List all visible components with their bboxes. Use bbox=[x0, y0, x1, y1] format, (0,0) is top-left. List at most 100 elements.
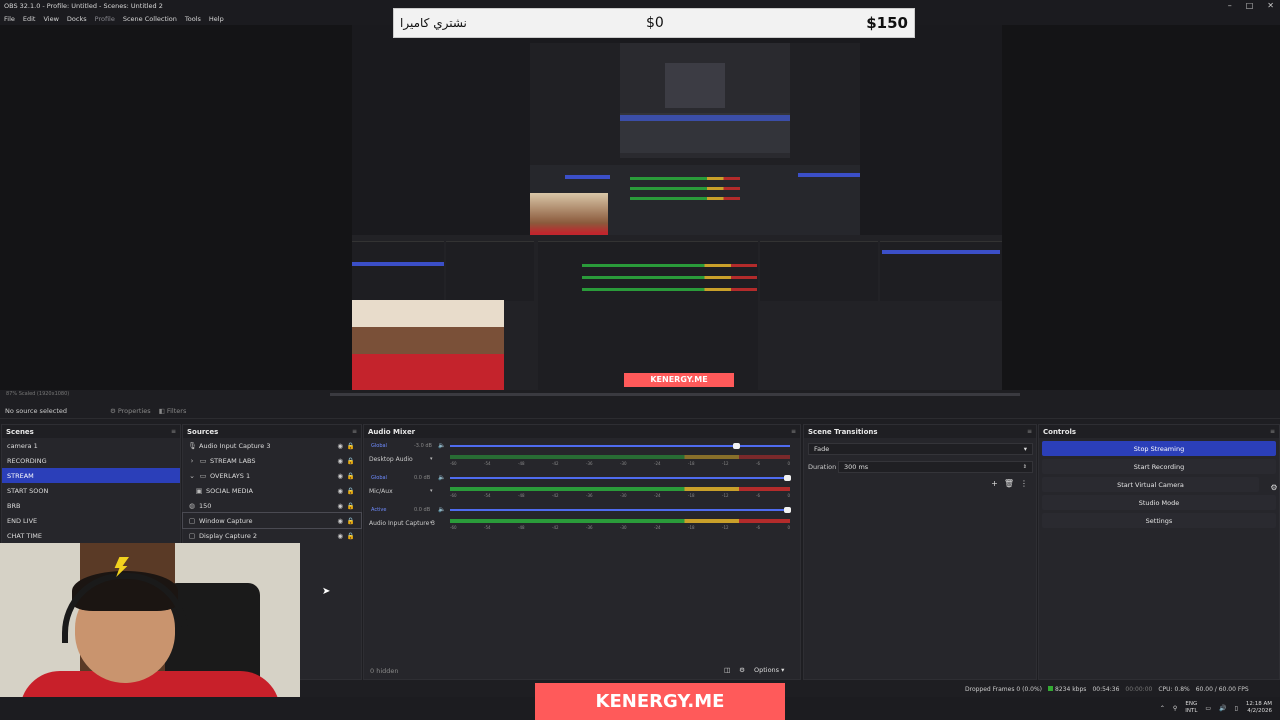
source-item[interactable]: ▢ Display Capture 2 ◉ 🔒 bbox=[183, 528, 361, 543]
lang-indicator[interactable]: ENG INTL bbox=[1185, 701, 1197, 715]
channel-mode[interactable]: Global bbox=[371, 475, 387, 481]
preview-scrollbar[interactable]: 87% Scaled (1920x1080) bbox=[0, 390, 1280, 400]
scene-item[interactable]: END LIVE bbox=[2, 513, 180, 528]
hidden-count: 0 hidden bbox=[370, 667, 399, 675]
advanced-audio-icon[interactable]: ⚙ bbox=[739, 666, 745, 674]
volume-meter bbox=[450, 519, 790, 523]
speaker-icon[interactable]: 🔈 bbox=[438, 442, 445, 449]
clock[interactable]: 12:18 AM 4/2/2026 bbox=[1246, 701, 1272, 715]
minimize-icon[interactable]: – bbox=[1228, 1, 1232, 10]
source-item[interactable]: ⌄ ▭ OVERLAYS 1 ◉ 🔒 bbox=[183, 468, 361, 483]
source-item[interactable]: › ▭ STREAM LABS ◉ 🔒 bbox=[183, 453, 361, 468]
slider-knob[interactable] bbox=[784, 475, 791, 481]
volume-slider[interactable] bbox=[450, 475, 791, 481]
slider-knob[interactable] bbox=[733, 443, 740, 449]
menu-file[interactable]: File bbox=[0, 15, 19, 23]
eye-icon[interactable]: ◉ bbox=[337, 487, 343, 495]
lock-icon[interactable]: 🔒 bbox=[347, 442, 355, 450]
trash-icon[interactable]: 🗑 bbox=[1004, 479, 1014, 488]
chevron-down-icon: ▾ bbox=[1023, 445, 1027, 453]
transition-select[interactable]: Fade ▾ bbox=[808, 443, 1033, 455]
eye-icon[interactable]: ◉ bbox=[337, 472, 343, 480]
lock-icon[interactable]: 🔒 bbox=[347, 532, 355, 540]
chevron-down-icon[interactable]: ▾ bbox=[430, 456, 433, 462]
chevron-down-icon[interactable]: ⌄ bbox=[188, 472, 196, 480]
channel-mode[interactable]: Global bbox=[371, 443, 387, 449]
settings-button[interactable]: Settings bbox=[1042, 513, 1276, 528]
add-icon[interactable]: + bbox=[991, 479, 998, 488]
chevron-down-icon[interactable]: ▾ bbox=[430, 488, 433, 494]
eye-icon[interactable]: ◉ bbox=[337, 457, 343, 465]
slider-knob[interactable] bbox=[784, 507, 791, 513]
preview-canvas[interactable] bbox=[352, 25, 1002, 390]
chevron-down-icon[interactable]: ▾ bbox=[430, 520, 433, 526]
scene-item[interactable]: START SOON bbox=[2, 483, 180, 498]
captured-mixer bbox=[538, 241, 758, 390]
network-icon[interactable]: ▭ bbox=[1205, 705, 1211, 712]
studio-mode-button[interactable]: Studio Mode bbox=[1042, 495, 1276, 510]
stop-streaming-button[interactable]: Stop Streaming bbox=[1042, 441, 1276, 456]
source-item[interactable]: ◍ 150 ◉ 🔒 bbox=[183, 498, 361, 513]
meter-tick: -18 bbox=[688, 525, 695, 530]
channel-name: Audio Input Capture 3 bbox=[369, 520, 435, 527]
scene-item[interactable]: RECORDING bbox=[2, 453, 180, 468]
duration-input[interactable]: 300 ms ⇕ bbox=[838, 461, 1033, 473]
menu-profile[interactable]: Profile bbox=[91, 15, 119, 23]
lock-icon[interactable]: 🔒 bbox=[347, 487, 355, 495]
scene-item[interactable]: CHAT TIME bbox=[2, 528, 180, 543]
menu-docks[interactable]: Docks bbox=[63, 15, 91, 23]
start-virtual-camera-button[interactable]: Start Virtual Camera bbox=[1042, 477, 1259, 492]
eye-icon[interactable]: ◉ bbox=[337, 532, 343, 540]
lock-icon[interactable]: 🔒 bbox=[347, 472, 355, 480]
scene-item[interactable]: BRB bbox=[2, 498, 180, 513]
captured-meter bbox=[582, 264, 757, 267]
dock-menu-icon[interactable]: ≡ bbox=[171, 428, 176, 435]
volume-slider[interactable] bbox=[450, 443, 790, 449]
scene-item-active[interactable]: STREAM bbox=[2, 468, 180, 483]
layout-label: INTL bbox=[1185, 708, 1198, 714]
battery-icon[interactable]: ▯ bbox=[1235, 705, 1238, 712]
lock-icon[interactable]: 🔒 bbox=[347, 457, 355, 465]
filters-button[interactable]: ◧ Filters bbox=[159, 407, 187, 415]
close-icon[interactable]: ✕ bbox=[1267, 1, 1274, 10]
eye-icon[interactable]: ◉ bbox=[337, 517, 343, 525]
dock-menu-icon[interactable]: ≡ bbox=[791, 428, 796, 435]
gear-icon[interactable]: ⚙ bbox=[1267, 480, 1280, 495]
speaker-icon[interactable]: 🔈 bbox=[438, 506, 445, 513]
source-item[interactable]: ▢ Window Capture ◉ 🔒 bbox=[182, 512, 362, 529]
menu-tools[interactable]: Tools bbox=[181, 15, 205, 23]
scrollbar-thumb[interactable] bbox=[330, 393, 1020, 396]
menu-help[interactable]: Help bbox=[205, 15, 228, 23]
dock-menu-icon[interactable]: ≡ bbox=[1027, 428, 1032, 435]
chevron-up-icon[interactable]: ⌃ bbox=[1160, 705, 1165, 712]
menu-view[interactable]: View bbox=[39, 15, 62, 23]
lock-icon[interactable]: 🔒 bbox=[347, 502, 355, 510]
meter-tick: -60 bbox=[450, 461, 457, 466]
more-icon[interactable]: ⋮ bbox=[1020, 479, 1028, 488]
stepper-icon[interactable]: ⇕ bbox=[1023, 464, 1027, 470]
layout-icon[interactable]: ◫ bbox=[724, 666, 730, 674]
source-item[interactable]: 🎙 Audio Input Capture 3 ◉ 🔒 bbox=[183, 438, 361, 453]
gear-icon: ⚙ bbox=[110, 406, 116, 415]
scene-item[interactable]: camera 1 bbox=[2, 438, 180, 453]
meter-tick: -12 bbox=[722, 525, 729, 530]
start-recording-button[interactable]: Start Recording bbox=[1042, 459, 1276, 474]
source-item[interactable]: ▣ SOCIAL MEDIA ◉ 🔒 bbox=[183, 483, 361, 498]
eye-icon[interactable]: ◉ bbox=[337, 442, 343, 450]
properties-button[interactable]: ⚙ Properties bbox=[110, 407, 151, 415]
maximize-icon[interactable]: □ bbox=[1246, 1, 1254, 10]
location-icon[interactable]: ⚲ bbox=[1173, 705, 1177, 712]
volume-slider[interactable] bbox=[450, 507, 791, 513]
lock-icon[interactable]: 🔒 bbox=[347, 517, 355, 525]
dock-menu-icon[interactable]: ≡ bbox=[1270, 428, 1275, 435]
eye-icon[interactable]: ◉ bbox=[337, 502, 343, 510]
chevron-right-icon[interactable]: › bbox=[188, 457, 196, 465]
menu-scene-collection[interactable]: Scene Collection bbox=[119, 15, 181, 23]
volume-icon[interactable]: 🔊 bbox=[1219, 705, 1226, 712]
menu-edit[interactable]: Edit bbox=[19, 15, 40, 23]
dock-menu-icon[interactable]: ≡ bbox=[352, 428, 357, 435]
options-button[interactable]: Options ▾ bbox=[754, 666, 784, 674]
speaker-icon[interactable]: 🔈 bbox=[438, 474, 445, 481]
channel-mode[interactable]: Active bbox=[371, 507, 386, 513]
duration-label: Duration bbox=[808, 463, 837, 471]
